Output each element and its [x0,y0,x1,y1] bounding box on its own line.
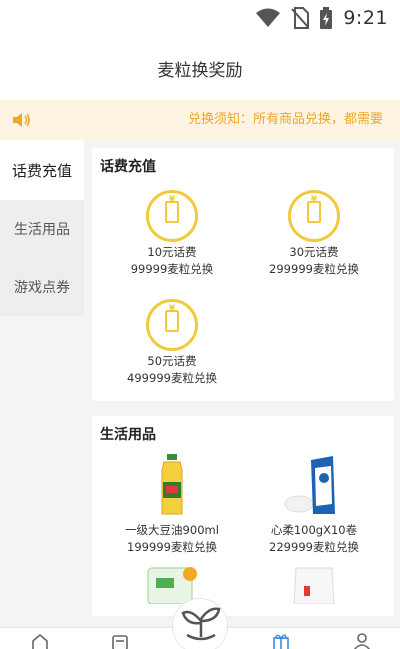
product-price: 229999麦粒兑换 [269,540,359,554]
phone-coin-icon: ¥ [146,190,198,242]
product-name: 50元话费 [147,354,197,368]
sidebar-item-label: 生活用品 [14,222,70,238]
oil-bottle-image [161,454,183,515]
flour-bag-image [293,567,335,605]
product-name: 心柔100gX10卷 [270,523,358,537]
status-bar: 9:21 [0,0,400,36]
product-item[interactable]: ¥ 10元话费 99999麦粒兑换 [97,190,247,278]
status-time: 9:21 [343,7,388,29]
sidebar-item-label: 游戏点券 [14,280,70,296]
notice-bar[interactable]: 兑换须知：所有商品兑换，都需要 [0,100,400,140]
sidebar-item-daily-goods[interactable]: 生活用品 [0,200,84,258]
product-item[interactable]: ¥ 50元话费 499999麦粒兑换 [97,299,247,387]
phone-coin-icon: ¥ [288,190,340,242]
gift-icon[interactable] [272,632,290,649]
product-price: 199999麦粒兑换 [127,540,217,554]
notice-text: 兑换须知：所有商品兑换，都需要 [188,112,384,127]
no-sim-icon [291,7,310,29]
ticket-icon[interactable] [111,632,129,649]
product-price: 299999麦粒兑换 [269,262,359,276]
section-daily-goods: 生活用品 一级大豆油900ml 199999麦粒兑换 心柔100gX10卷 22… [92,416,394,616]
product-price: 99999麦粒兑换 [130,262,214,276]
product-item[interactable]: 心柔100gX10卷 229999麦粒兑换 [239,454,389,556]
phone-coin-icon: ¥ [146,299,198,351]
speaker-icon [13,113,30,127]
page-title: 麦粒换奖励 [157,60,243,81]
sprout-icon [181,607,221,641]
status-icons: 9:21 [255,6,388,30]
wifi-icon [256,8,281,27]
product-price: 499999麦粒兑换 [127,371,217,385]
section-phone-recharge: 话费充值 ¥ 10元话费 99999麦粒兑换 ¥ 30元话费 299999麦粒兑… [92,148,394,401]
battery-charging-icon [320,7,333,29]
product-name: 30元话费 [289,245,339,259]
sidebar-item-label: 话费充值 [11,161,72,180]
sidebar-item-game-coupons[interactable]: 游戏点券 [0,258,84,316]
product-item[interactable]: ¥ 30元话费 299999麦粒兑换 [239,190,389,278]
section-title: 生活用品 [100,427,156,443]
tissue-pack-image [284,456,335,514]
user-icon[interactable] [353,632,371,649]
category-sidebar: 话费充值 生活用品 游戏点券 [0,140,84,316]
sprout-button[interactable] [172,598,228,649]
title-bar: 麦粒换奖励 [0,36,400,100]
product-name: 一级大豆油900ml [125,523,219,537]
home-icon[interactable] [31,632,49,649]
section-title: 话费充值 [100,159,156,175]
product-name: 10元话费 [147,245,197,259]
product-item[interactable] [239,564,389,608]
sidebar-item-phone-recharge[interactable]: 话费充值 [0,140,84,200]
product-item[interactable]: 一级大豆油900ml 199999麦粒兑换 [97,454,247,556]
